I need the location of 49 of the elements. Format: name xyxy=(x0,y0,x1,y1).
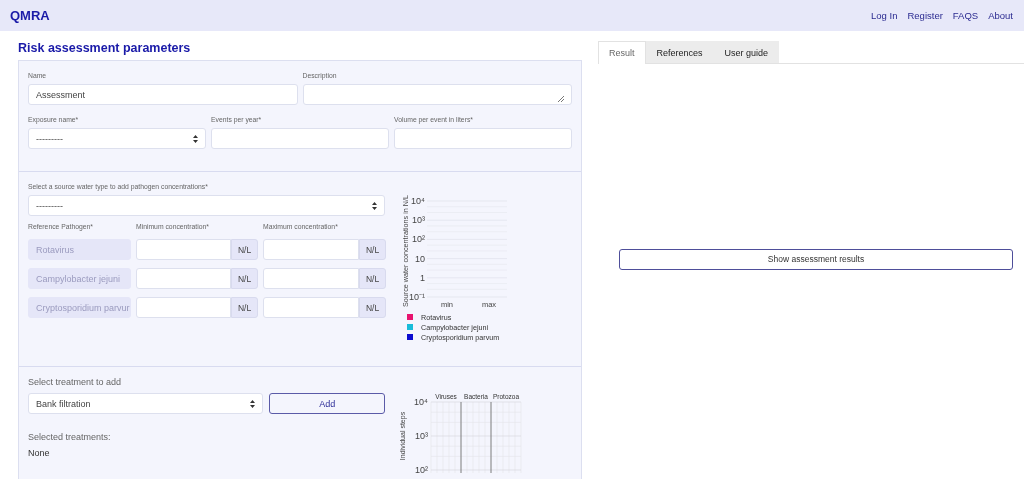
tab[interactable]: References xyxy=(645,41,714,63)
dropdown-field[interactable]: --------- xyxy=(28,195,385,216)
dropdown-arrows-icon xyxy=(193,134,198,143)
dropdown-arrows-icon xyxy=(250,399,256,408)
concentration-input[interactable] xyxy=(136,297,231,318)
axis-tick-label: 10⁴ xyxy=(414,397,428,407)
resize-handle-icon xyxy=(558,96,564,102)
input-field[interactable]: Assessment xyxy=(28,84,298,105)
unit-label: N/L xyxy=(359,268,386,289)
pathogen-field: Cryptosporidium parvur xyxy=(28,297,131,318)
concentration-input[interactable] xyxy=(136,268,231,289)
axis-tick-label: 1 xyxy=(420,272,425,283)
show-results-button[interactable]: Show assessment results xyxy=(619,248,1013,270)
field-label: Select treatment to add xyxy=(28,377,123,387)
unit-label: N/L xyxy=(231,268,258,289)
unit-label: N/L xyxy=(359,239,386,260)
treatment-dropdown[interactable]: Bank filtration xyxy=(28,393,264,414)
selected-treatments-label: Selected treatments: xyxy=(28,432,112,442)
app-logo[interactable]: QMRA xyxy=(10,8,50,23)
concentration-input[interactable] xyxy=(263,297,359,318)
unit-label: N/L xyxy=(231,297,258,318)
input-field[interactable] xyxy=(394,128,572,149)
pathogen-field: Rotavirus xyxy=(28,239,131,260)
tab[interactable]: Result xyxy=(598,41,646,64)
unit-label: N/L xyxy=(359,297,386,318)
unit-label: N/L xyxy=(231,239,258,260)
axis-tick-label: 10² xyxy=(412,234,425,245)
axis-tick-label: 10 xyxy=(415,253,425,264)
axis-tick-label: 10³ xyxy=(412,215,425,226)
nav-link[interactable]: Log In xyxy=(871,10,898,21)
dropdown-arrows-icon xyxy=(372,201,377,210)
axis-tick-label: 10⁴ xyxy=(411,196,425,206)
axis-tick-label: 10³ xyxy=(415,431,428,441)
concentration-input[interactable] xyxy=(136,239,231,260)
dropdown-field[interactable]: --------- xyxy=(28,128,206,149)
tab[interactable]: User guide xyxy=(713,41,780,63)
page-title: Risk assessment parameters xyxy=(18,41,192,55)
axis-tick-label: 10⁻¹ xyxy=(409,292,425,302)
nav-link[interactable]: About xyxy=(988,10,1013,21)
nav-link[interactable]: Register xyxy=(907,10,943,21)
concentration-input[interactable] xyxy=(263,239,359,260)
selected-treatments-value: None xyxy=(28,448,51,458)
add-button[interactable]: Add xyxy=(269,393,385,414)
description-field[interactable] xyxy=(302,84,572,105)
axis-tick-label: 10² xyxy=(415,465,428,473)
pathogen-field: Campylobacter jejuni xyxy=(28,268,131,289)
input-field[interactable] xyxy=(211,128,389,149)
nav-link[interactable]: FAQS xyxy=(952,10,979,21)
concentration-input[interactable] xyxy=(263,268,359,289)
